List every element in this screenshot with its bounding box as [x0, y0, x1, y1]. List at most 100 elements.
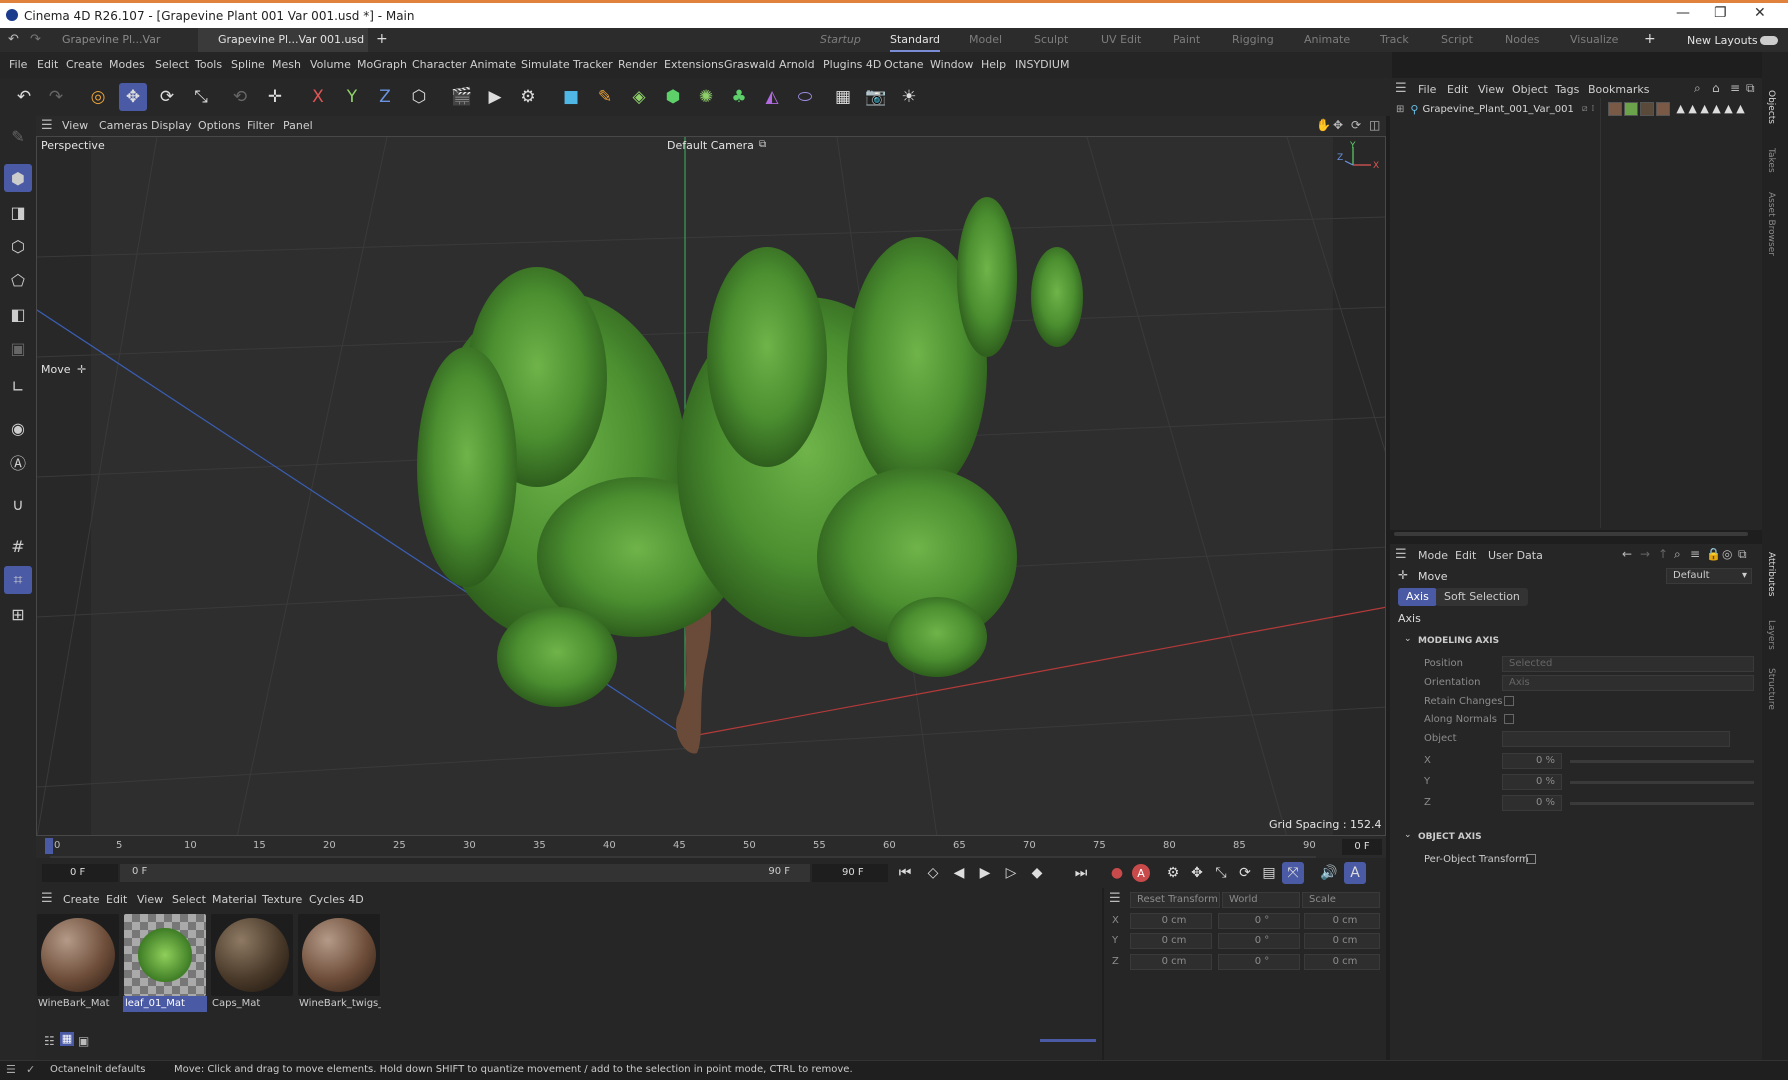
side-tab-asset-browser[interactable]: Asset Browser [1766, 192, 1776, 256]
previous-key-icon[interactable]: ◇ [922, 862, 944, 884]
layout-script[interactable]: Script [1441, 28, 1473, 52]
material-name-leaf[interactable]: leaf_01_Mat [123, 996, 207, 1012]
axis-mode-icon[interactable]: ∟ [4, 372, 32, 400]
coordinate-system-icon[interactable]: ⬡ [405, 83, 433, 111]
uv-mode-icon[interactable]: ▣ [4, 334, 32, 362]
spline-pen-icon[interactable]: ✎ [591, 83, 619, 111]
solo-mode-icon[interactable]: ◉ [4, 414, 32, 442]
objects-menu-edit[interactable]: Edit [1447, 83, 1468, 96]
start-frame-field[interactable]: 0 F [42, 864, 118, 882]
key-param-icon[interactable]: ▤ [1258, 862, 1280, 884]
back-arrow-icon[interactable]: ← [1622, 547, 1632, 561]
tab-soft-selection[interactable]: Soft Selection [1436, 588, 1528, 606]
sound-icon[interactable]: 🔊 [1318, 862, 1340, 884]
floor-icon[interactable]: ▦ [829, 83, 857, 111]
layout-animate[interactable]: Animate [1304, 28, 1350, 52]
texture-mode-icon[interactable]: ◨ [4, 198, 32, 226]
caps-tag-icon[interactable] [1640, 102, 1655, 116]
lock-icon[interactable]: 🔒 [1706, 547, 1721, 561]
doc-tab-1[interactable]: Grapevine Pl...Var 001.usd [42, 28, 202, 70]
axis-x-slider[interactable] [1570, 760, 1754, 763]
menu-tracker[interactable]: Tracker [573, 58, 613, 71]
record-icon[interactable]: ● [1106, 862, 1128, 884]
objects-menu-bookmarks[interactable]: Bookmarks [1588, 83, 1649, 96]
layout-model[interactable]: Model [969, 28, 1002, 52]
objects-home-icon[interactable]: ⌂ [1712, 81, 1720, 95]
layout-uv-edit[interactable]: UV Edit [1101, 28, 1141, 52]
move-tool-icon[interactable]: ✥ [119, 83, 147, 111]
menu-tools[interactable]: Tools [195, 58, 222, 71]
side-tab-layers[interactable]: Layers [1766, 620, 1776, 650]
key-scale-icon[interactable]: ⤡ [1210, 862, 1232, 884]
menu-animate[interactable]: Animate [470, 58, 516, 71]
object-row-grapevine[interactable]: ⊞ ⚲ Grapevine_Plant_001_Var_001 ⧄ ⁞ ▲ ▲ … [1390, 100, 1762, 118]
scale-x-field[interactable]: 0 cm [1304, 913, 1380, 929]
thumbnail-size-slider[interactable] [1040, 1039, 1096, 1042]
play-icon[interactable]: ▶ [974, 862, 996, 884]
grid-snap-icon[interactable]: # [4, 532, 32, 560]
side-tab-takes[interactable]: Takes [1766, 148, 1776, 173]
go-to-end-icon[interactable]: ⏭ [1070, 862, 1092, 884]
workplane-snap-icon[interactable]: ⊞ [4, 600, 32, 628]
objects-new-window-icon[interactable]: ⧉ [1746, 81, 1755, 96]
render-settings-icon[interactable]: ⚙ [514, 83, 542, 111]
material-menu-material[interactable]: Material [212, 893, 257, 906]
objects-menu-object[interactable]: Object [1512, 83, 1548, 96]
subdivision-icon[interactable]: ◈ [625, 83, 653, 111]
camera-link-icon[interactable]: ⧉ [759, 139, 766, 150]
menu-extensions[interactable]: Extensions [664, 58, 724, 71]
material-swatch-leaf[interactable] [124, 914, 206, 996]
side-tab-structure[interactable]: Structure [1766, 668, 1776, 710]
minimize-icon[interactable]: — [1676, 5, 1690, 21]
current-frame-field[interactable]: 0 F [1342, 839, 1382, 855]
material-tags[interactable]: ▲ ▲ ▲ ▲ ▲ ▲ [1608, 102, 1745, 116]
menu-character[interactable]: Character [412, 58, 466, 71]
material-name-winebark[interactable]: WineBark_Mat [36, 996, 120, 1012]
material-hamburger-icon[interactable]: ☰ [41, 891, 53, 906]
viewport-move-icon[interactable]: ✥ [1333, 118, 1343, 132]
menu-mesh[interactable]: Mesh [272, 58, 301, 71]
edit-mode-icon[interactable]: ✎ [4, 122, 32, 150]
grid-view-icon[interactable]: ▦ [60, 1032, 74, 1046]
volume-icon[interactable]: ♣ [725, 83, 753, 111]
leaf-tag-icon[interactable] [1624, 102, 1639, 116]
redo-history-icon[interactable]: ↷ [30, 32, 41, 47]
material-menu-create[interactable]: Create [63, 893, 100, 906]
layout-track[interactable]: Track [1380, 28, 1409, 52]
attributes-menu-user-data[interactable]: User Data [1488, 549, 1543, 562]
scale-z-field[interactable]: 0 cm [1304, 954, 1380, 970]
tool-preset-select[interactable]: Default ▾ [1666, 568, 1752, 584]
material-menu-edit[interactable]: Edit [106, 893, 127, 906]
cloner-icon[interactable]: ✺ [692, 83, 720, 111]
material-menu-cycles4d[interactable]: Cycles 4D [309, 893, 364, 906]
next-frame-icon[interactable]: ▷ [1000, 862, 1022, 884]
expand-icon[interactable]: ⊞ [1396, 104, 1404, 115]
axis-y-field[interactable]: 0 % [1502, 774, 1562, 790]
axis-z-slider[interactable] [1570, 802, 1754, 805]
scale-mode-select[interactable]: Scale [1302, 892, 1380, 908]
menu-window[interactable]: Window [930, 58, 973, 71]
menu-volume[interactable]: Volume [310, 58, 351, 71]
undo-icon[interactable]: ↶ [10, 83, 38, 111]
attributes-hamburger-icon[interactable]: ☰ [1395, 547, 1407, 562]
viewport-hamburger-icon[interactable]: ☰ [41, 118, 53, 133]
render-picture-viewer-icon[interactable]: ▶ [481, 83, 509, 111]
points-mode-icon[interactable]: ⬡ [4, 232, 32, 260]
timeline-ruler[interactable]: 0 5 10 15 20 25 30 35 40 45 50 55 60 65 … [36, 836, 1386, 858]
key-pla-icon[interactable]: ⤧ [1282, 862, 1304, 884]
keyframe-selection-icon[interactable]: ⚙ [1162, 862, 1184, 884]
material-menu-view[interactable]: View [137, 893, 163, 906]
field-icon[interactable]: ⬭ [791, 83, 819, 111]
position-z-field[interactable]: 0 cm [1130, 954, 1212, 970]
objects-menu-tags[interactable]: Tags [1555, 83, 1579, 96]
maximize-icon[interactable]: ❐ [1714, 5, 1727, 21]
object-layer-icon[interactable]: ⧄ [1582, 104, 1588, 114]
status-hamburger-icon[interactable]: ☰ [6, 1063, 16, 1076]
render-view-icon[interactable]: 🎬 [448, 83, 476, 111]
objects-scrollbar[interactable] [1394, 532, 1748, 536]
layout-sculpt[interactable]: Sculpt [1034, 28, 1068, 52]
redo-icon[interactable]: ↷ [42, 83, 70, 111]
z-axis-lock-button[interactable]: Z [371, 83, 399, 111]
material-menu-texture[interactable]: Texture [262, 893, 302, 906]
workplane-icon[interactable]: Ⓐ [4, 448, 32, 476]
